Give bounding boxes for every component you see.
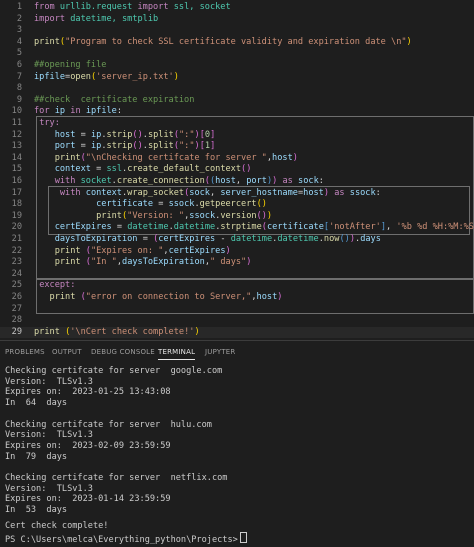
- terminal-line: Checking certifcate for server google.co…: [5, 366, 223, 376]
- terminal-line: Checking certifcate for server hulu.com: [5, 419, 212, 430]
- code-line-8[interactable]: 8: [0, 83, 474, 95]
- code-line-19[interactable]: 19 print("Version: ",ssock.version()): [0, 211, 474, 223]
- code-line-6[interactable]: 6 ##opening file: [0, 60, 474, 72]
- tab-jupyter[interactable]: JUPYTER: [205, 348, 236, 356]
- code-line-7[interactable]: 7 ipfile=open('server_ip.txt'): [0, 72, 474, 84]
- panel-tab-bar: PROBLEMS OUTPUT DEBUG CONSOLE TERMINAL J…: [0, 344, 474, 362]
- code-line-5[interactable]: 5: [0, 48, 474, 60]
- code-line-3[interactable]: 3: [0, 25, 474, 37]
- tab-debug-console[interactable]: DEBUG CONSOLE: [91, 348, 155, 356]
- terminal-line: Cert check complete!: [5, 521, 109, 531]
- tab-terminal[interactable]: TERMINAL: [158, 348, 196, 360]
- code-line-22[interactable]: 22 print ("Expires on: ",certExpires): [0, 246, 474, 258]
- code-line-14[interactable]: 14 print("\nChecking certifcate for serv…: [0, 153, 474, 165]
- terminal-line: Version: TLSv1.3: [5, 430, 93, 441]
- terminal-line: Expires on: 2023-01-14 23:59:59: [5, 494, 171, 505]
- code-line-18[interactable]: 18 certificate = ssock.getpeercert(): [0, 199, 474, 211]
- code-line-16[interactable]: 16 with socket.create_connection((host, …: [0, 176, 474, 188]
- code-line-21[interactable]: 21 daysToExpiration = (certExpires - dat…: [0, 234, 474, 246]
- code-line-26[interactable]: 26 print ("error on connection to Server…: [0, 292, 474, 304]
- code-line-11[interactable]: 11 try:: [0, 118, 474, 130]
- code-line-29[interactable]: 29 print ('\nCert check complete!'): [0, 326, 474, 339]
- terminal-line: In 53 days: [5, 505, 68, 516]
- code-line-24[interactable]: 24: [0, 269, 474, 281]
- terminal-line: Expires on: 2023-02-09 23:59:59: [5, 440, 171, 451]
- terminal-cursor: [239, 532, 247, 543]
- code-line-12[interactable]: 12 host = ip.strip().split(":")[0]: [0, 130, 474, 142]
- terminal-line: Expires on: 2023-01-25 13:43:08: [5, 387, 171, 398]
- terminal-line: Checking certifcate for server netflix.c…: [5, 473, 228, 483]
- code-line-20[interactable]: 20 certExpires = datetime.datetime.strpt…: [0, 222, 474, 234]
- code-line-25[interactable]: 25 except:: [0, 280, 474, 292]
- terminal-line: Version: TLSv1.3: [5, 376, 93, 387]
- code-line-9[interactable]: 9 ##check certificate expiration: [0, 95, 474, 107]
- code-line-13[interactable]: 13 port = ip.strip().split(":")[1]: [0, 141, 474, 153]
- code-line-4[interactable]: 4 print("Program to check SSL certificate…: [0, 37, 474, 49]
- code-line-23[interactable]: 23 print ("In ",daysToExpiration," days"…: [0, 257, 474, 269]
- code-line-2[interactable]: 2 import datetime, smtplib: [0, 14, 474, 26]
- code-line-27[interactable]: 27: [0, 304, 474, 316]
- code-line-10[interactable]: 10 for ip in ipfile:: [0, 106, 474, 118]
- tab-output[interactable]: OUTPUT: [52, 348, 82, 356]
- terminal-prompt: PS C:\Users\melca\Everything_python\Proj…: [5, 535, 238, 545]
- terminal-line: Version: TLSv1.3: [5, 483, 93, 494]
- code-line-15[interactable]: 15 context = ssl.create_default_context(…: [0, 164, 474, 176]
- code-line-1[interactable]: 1 from urllib.request import ssl, socket: [0, 2, 474, 14]
- terminal-output[interactable]: Checking certifcate for server google.co…: [0, 364, 474, 547]
- tab-problems[interactable]: PROBLEMS: [5, 348, 45, 356]
- code-editor[interactable]: 1 from urllib.request import ssl, socket …: [0, 0, 474, 340]
- panel-divider[interactable]: [0, 340, 474, 341]
- code-line-28[interactable]: 28: [0, 315, 474, 327]
- code-line-17[interactable]: 17 with context.wrap_socket(sock, server…: [0, 188, 474, 200]
- terminal-line: In 79 days: [5, 451, 68, 462]
- terminal-prompt-line[interactable]: PS C:\Users\melca\Everything_python\Proj…: [5, 532, 247, 545]
- terminal-line: In 64 days: [5, 398, 68, 409]
